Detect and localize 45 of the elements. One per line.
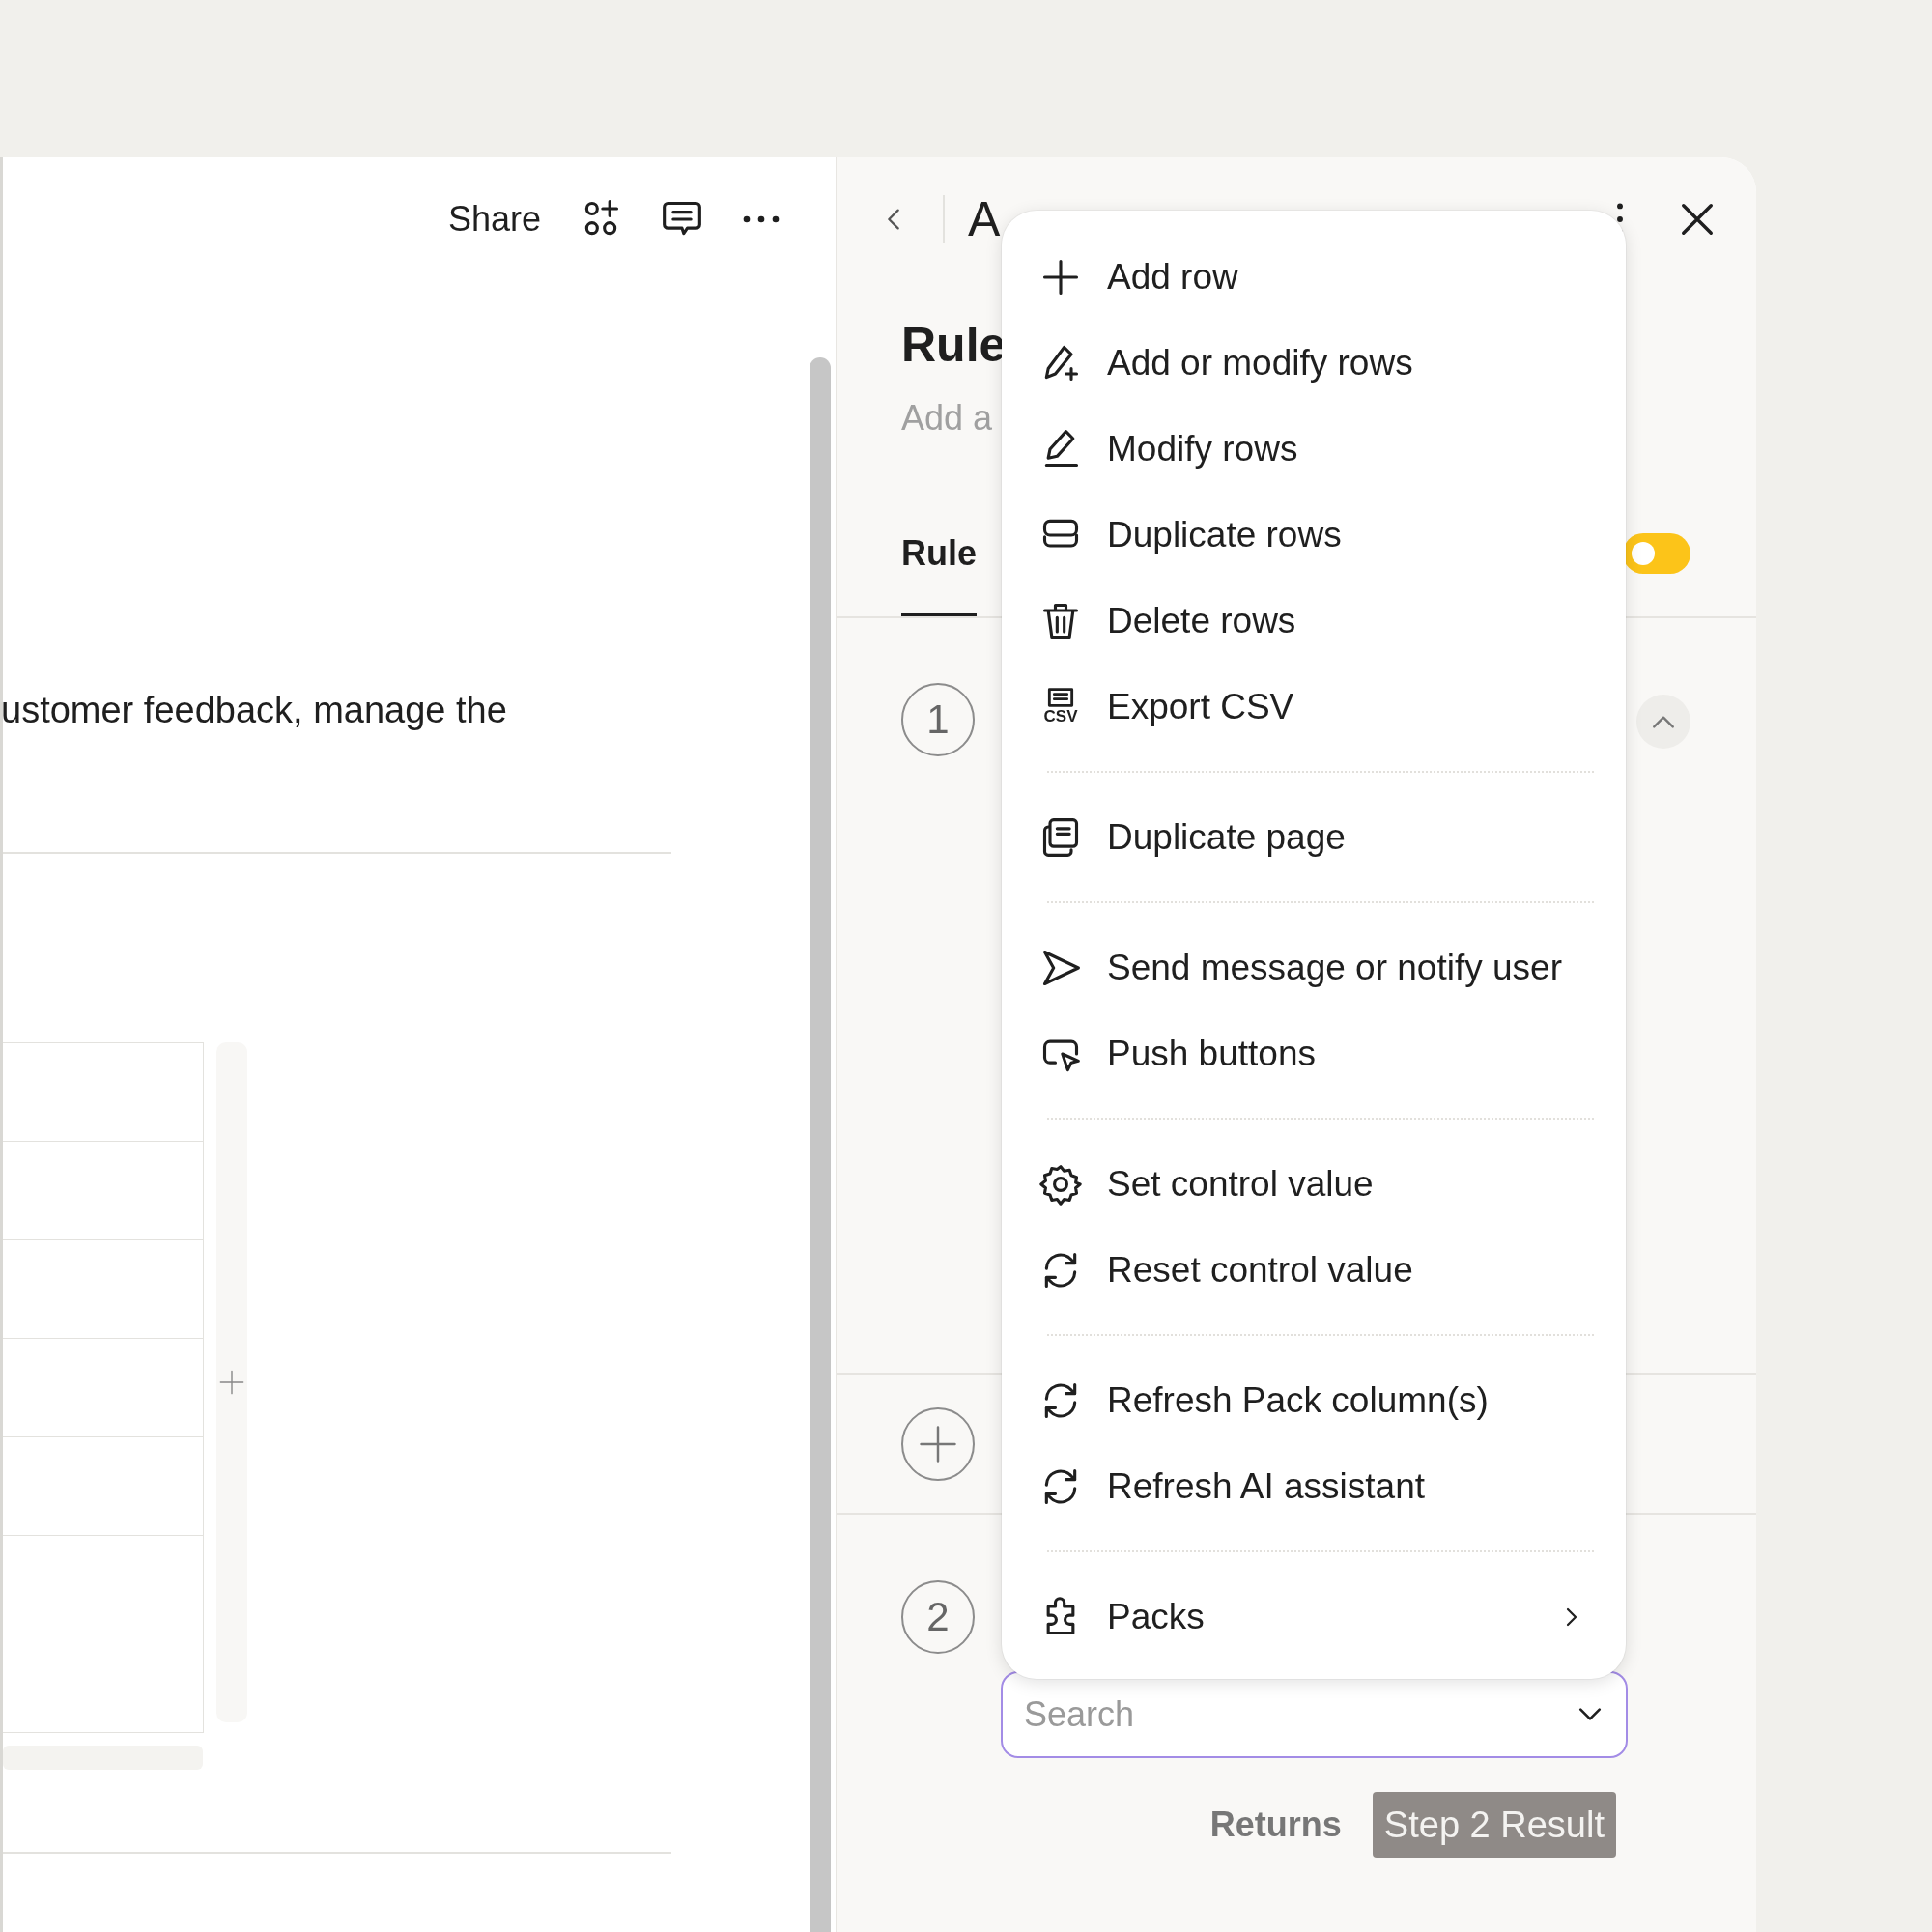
menu-item[interactable]: Set control value: [1002, 1141, 1626, 1227]
chevron-down-icon[interactable]: [1577, 1707, 1603, 1722]
plus-icon[interactable]: [218, 1369, 245, 1396]
menu-item-label: Add row: [1107, 256, 1238, 298]
menu-item[interactable]: Duplicate rows: [1002, 492, 1626, 578]
gear-icon: [1039, 1162, 1082, 1206]
result-chip: Step 2 Result: [1372, 1792, 1616, 1858]
menu-item[interactable]: Refresh AI assistant: [1002, 1443, 1626, 1529]
body-text: ustomer feedback, manage the: [3, 689, 508, 732]
menu-item[interactable]: Reset control value: [1002, 1227, 1626, 1313]
menu-item-label: Export CSV: [1107, 686, 1294, 727]
menu-item-label: Refresh Pack column(s): [1107, 1379, 1489, 1421]
menu-item[interactable]: Duplicate page: [1002, 794, 1626, 880]
menu-item-label: Duplicate rows: [1107, 514, 1342, 555]
menu-item[interactable]: Packs: [1002, 1574, 1626, 1660]
menu-item-label: Reset control value: [1107, 1249, 1413, 1291]
scrollbar[interactable]: [810, 357, 831, 1932]
menu-item[interactable]: Modify rows: [1002, 406, 1626, 492]
plus-icon[interactable]: [918, 1423, 958, 1464]
menu-item-label: Duplicate page: [1107, 816, 1346, 858]
step-number: 1: [901, 683, 975, 756]
menu-item[interactable]: CSV Export CSV: [1002, 664, 1626, 750]
toggle-switch[interactable]: [1623, 533, 1690, 574]
step-number: 2: [901, 1580, 975, 1654]
panel-title: A: [968, 190, 1001, 247]
menu-item-label: Set control value: [1107, 1163, 1374, 1205]
menu-item[interactable]: Refresh Pack column(s): [1002, 1357, 1626, 1443]
csv-label: CSV: [1043, 706, 1078, 726]
tab[interactable]: Rule: [901, 533, 977, 616]
menu-item-label: Refresh AI assistant: [1107, 1465, 1426, 1507]
menu-item[interactable]: Send message or notify user: [1002, 924, 1626, 1010]
menu-item[interactable]: Add row: [1002, 234, 1626, 320]
menu-item-label: Modify rows: [1107, 428, 1298, 469]
add-step-button[interactable]: [901, 1406, 975, 1481]
menu-item-label: Push buttons: [1107, 1033, 1316, 1074]
chevron-icon[interactable]: [1651, 714, 1676, 729]
menu-item-label: Packs: [1107, 1596, 1205, 1637]
menu-item-label: Add or modify rows: [1107, 342, 1413, 384]
menu-item-label: Send message or notify user: [1107, 947, 1562, 988]
returns-label: Returns: [1209, 1804, 1342, 1845]
menu-item[interactable]: Push buttons: [1002, 1010, 1626, 1096]
menu-item[interactable]: Delete rows: [1002, 578, 1626, 664]
menu-item-label: Delete rows: [1107, 600, 1296, 641]
search-field[interactable]: Search: [1001, 1671, 1628, 1758]
share-button[interactable]: Share: [447, 198, 541, 240]
